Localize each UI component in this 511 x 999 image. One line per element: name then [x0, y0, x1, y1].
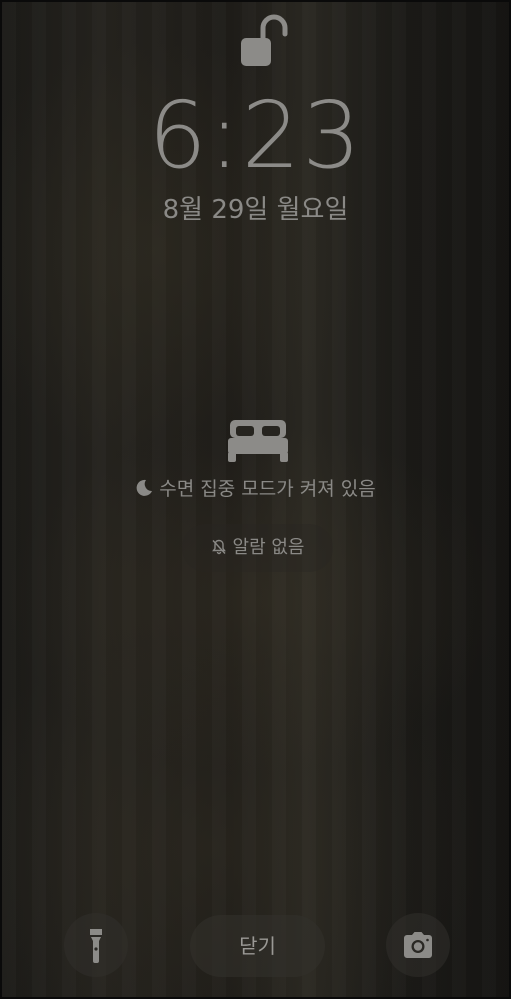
no-alarm-button[interactable]: 알람 없음 [182, 524, 333, 572]
camera-icon [404, 932, 432, 958]
sleep-focus-label: 수면 집중 모드가 켜져 있음 [159, 478, 376, 500]
flashlight-icon [90, 929, 102, 963]
no-alarm-label: 알람 없음 [232, 537, 305, 558]
sleep-focus-status: 수면 집중 모드가 켜져 있음 [2, 475, 509, 503]
bell-slash-icon [211, 539, 226, 555]
close-button[interactable]: 닫기 [190, 915, 325, 977]
bed-icon [228, 420, 288, 462]
camera-button[interactable] [386, 913, 450, 977]
unlocked-padlock-icon [241, 14, 288, 66]
clock-time: 6:23 [148, 82, 363, 189]
moon-icon [136, 479, 153, 496]
clock-date: 8월 29일 월요일 [162, 195, 349, 225]
lock-screen: 6:23 8월 29일 월요일 수면 집중 모드가 켜져 있음 알람 없음 닫기 [0, 0, 511, 999]
flashlight-button[interactable] [64, 913, 128, 977]
